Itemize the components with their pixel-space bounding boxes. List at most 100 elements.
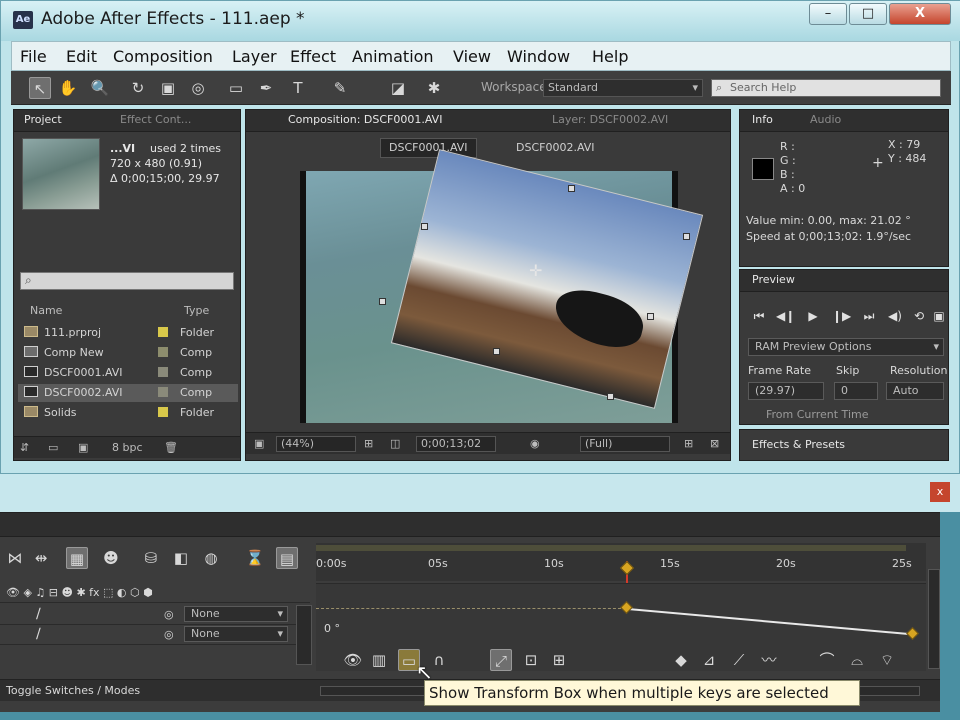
snapshot-icon[interactable]: ◉ (530, 436, 540, 452)
keyframe[interactable] (620, 601, 633, 614)
workspace-select[interactable]: Standard ▾ (543, 79, 703, 97)
menu-composition[interactable]: Composition (113, 47, 213, 66)
layer-lock-icon[interactable]: ◎ (164, 628, 174, 642)
transform-handle[interactable] (379, 298, 386, 305)
label-color-icon[interactable] (158, 407, 168, 417)
menu-view[interactable]: View (453, 47, 491, 66)
tab-composition[interactable]: Composition: DSCF0001.AVI (282, 110, 448, 132)
layer-mode-select[interactable]: None ▾ (184, 606, 288, 622)
ram-preview-options-select[interactable]: RAM Preview Options ▾ (748, 338, 944, 356)
frame-blending-icon[interactable]: ⛁ (140, 547, 162, 569)
label-color-icon[interactable] (158, 367, 168, 377)
project-search-input[interactable]: ⌕ (20, 272, 234, 290)
layer-row[interactable]: ∕ ◎ None ▾ (0, 625, 300, 645)
last-frame-icon[interactable]: ⏭ (860, 308, 878, 324)
transform-handle[interactable] (568, 185, 575, 192)
menu-animation[interactable]: Animation (352, 47, 434, 66)
project-item-row[interactable]: DSCF0001.AVI Comp (18, 364, 238, 382)
graph-vertical-scrollbar[interactable] (928, 569, 940, 669)
new-folder-icon[interactable]: ▭ (48, 440, 58, 456)
eraser-tool-icon[interactable]: ◪ (387, 77, 409, 99)
transform-handle[interactable] (683, 233, 690, 240)
hand-tool-icon[interactable]: ✋ (57, 77, 79, 99)
hold-keyframe-icon[interactable]: ⊿ (698, 649, 720, 671)
graph-editor-icon[interactable]: ▤ (276, 547, 298, 569)
transform-handle[interactable] (607, 393, 614, 400)
easy-ease-out-icon[interactable]: ⌔ (876, 649, 898, 671)
layer-mode-select[interactable]: None ▾ (184, 626, 288, 642)
choose-property-icon[interactable]: 👁 (342, 649, 364, 671)
project-item-row[interactable]: 111.prproj Folder (18, 324, 238, 342)
camera-tool-icon[interactable]: ▣ (157, 77, 179, 99)
keyframe[interactable] (906, 627, 919, 640)
puppet-tool-icon[interactable]: ✱ (423, 77, 445, 99)
rotation-tool-icon[interactable]: ↻ (127, 77, 149, 99)
fit-selection-icon[interactable]: ⤢ (490, 649, 512, 671)
tab-effect-controls[interactable]: Effect Cont... (114, 110, 197, 132)
col-type[interactable]: Type (184, 304, 209, 322)
brainstorm-icon[interactable]: ◍ (200, 547, 222, 569)
auto-bezier-icon[interactable]: 〰 (758, 649, 780, 671)
transparency-grid-icon[interactable]: ⊠ (710, 436, 719, 452)
menu-edit[interactable]: Edit (66, 47, 97, 66)
close-icon[interactable]: x (930, 482, 950, 502)
tab-info[interactable]: Info (746, 110, 779, 132)
menu-file[interactable]: File (20, 47, 47, 66)
layer-lock-icon[interactable]: ◎ (164, 608, 174, 622)
separate-dimensions-icon[interactable]: ⊞ (548, 649, 570, 671)
audio-icon[interactable]: ◀) (886, 308, 904, 324)
mask-visibility-icon[interactable]: ◫ (390, 436, 400, 452)
text-tool-icon[interactable]: T (287, 77, 309, 99)
easy-ease-icon[interactable]: ⌒ (816, 649, 838, 671)
toggle-switches-modes-button[interactable]: Toggle Switches / Modes (6, 684, 140, 698)
pen-tool-icon[interactable]: ✒ (255, 77, 277, 99)
auto-keyframe-icon[interactable]: ⌛ (244, 547, 266, 569)
transform-handle[interactable] (493, 348, 500, 355)
menu-layer[interactable]: Layer (232, 47, 277, 66)
frame-rate-select[interactable]: (29.97) (748, 382, 824, 400)
always-preview-icon[interactable]: ▣ (254, 436, 264, 452)
tab-audio[interactable]: Audio (804, 110, 847, 132)
grid-icon[interactable]: ⊞ (364, 436, 373, 452)
maximize-button[interactable]: □ (849, 3, 887, 25)
project-item-row[interactable]: DSCF0002.AVI Comp (18, 384, 238, 402)
tab-effects-presets[interactable]: Effects & Presets (746, 435, 851, 457)
subtab-dscf0002[interactable]: DSCF0002.AVI (510, 138, 601, 160)
close-button[interactable]: X (889, 3, 951, 25)
timeline-vertical-scrollbar[interactable] (296, 605, 312, 665)
live-update-icon[interactable]: ⇹ (30, 547, 52, 569)
region-of-interest-icon[interactable]: ⊞ (684, 436, 693, 452)
resolution-select[interactable]: (Full) (580, 436, 670, 452)
pan-behind-tool-icon[interactable]: ◎ (187, 77, 209, 99)
prev-frame-icon[interactable]: ◀❙ (776, 308, 795, 324)
menu-effect[interactable]: Effect (290, 47, 336, 66)
comp-mini-flowchart-icon[interactable]: ⋈ (4, 547, 26, 569)
search-help-input[interactable]: ⌕ Search Help (711, 79, 941, 97)
graph-curve[interactable] (627, 608, 917, 636)
menu-help[interactable]: Help (592, 47, 628, 66)
play-icon[interactable]: ▶ (804, 308, 822, 324)
linear-keyframe-icon[interactable]: ⟋ (728, 649, 750, 671)
easy-ease-in-icon[interactable]: ⌓ (846, 649, 868, 671)
label-color-icon[interactable] (158, 327, 168, 337)
anchor-point-icon[interactable]: ✛ (529, 261, 542, 280)
selection-tool-icon[interactable]: ↖ (29, 77, 51, 99)
menu-window[interactable]: Window (507, 47, 570, 66)
from-current-time-checkbox[interactable]: From Current Time (766, 408, 868, 422)
loop-icon[interactable]: ⟲ (910, 308, 928, 324)
work-area-bar[interactable] (316, 545, 906, 551)
label-color-icon[interactable] (158, 347, 168, 357)
fit-all-icon[interactable]: ⊡ (520, 649, 542, 671)
tab-project[interactable]: Project (18, 110, 68, 132)
new-comp-icon[interactable]: ▣ (78, 440, 88, 456)
rectangle-mask-tool-icon[interactable]: ▭ (225, 77, 247, 99)
tab-layer[interactable]: Layer: DSCF0002.AVI (546, 110, 674, 132)
minimize-button[interactable]: – (809, 3, 847, 25)
transform-handle[interactable] (647, 313, 654, 320)
layer-row[interactable]: ∕ ◎ None ▾ (0, 605, 300, 625)
time-ruler[interactable]: 0:00s 05s 10s 15s 20s 25s (316, 543, 926, 581)
current-time-display[interactable]: 0;00;13;02 (416, 436, 496, 452)
edit-keyframe-icon[interactable]: ◆ (670, 649, 692, 671)
trash-icon[interactable]: 🗑 (164, 440, 178, 456)
transform-handle[interactable] (421, 223, 428, 230)
